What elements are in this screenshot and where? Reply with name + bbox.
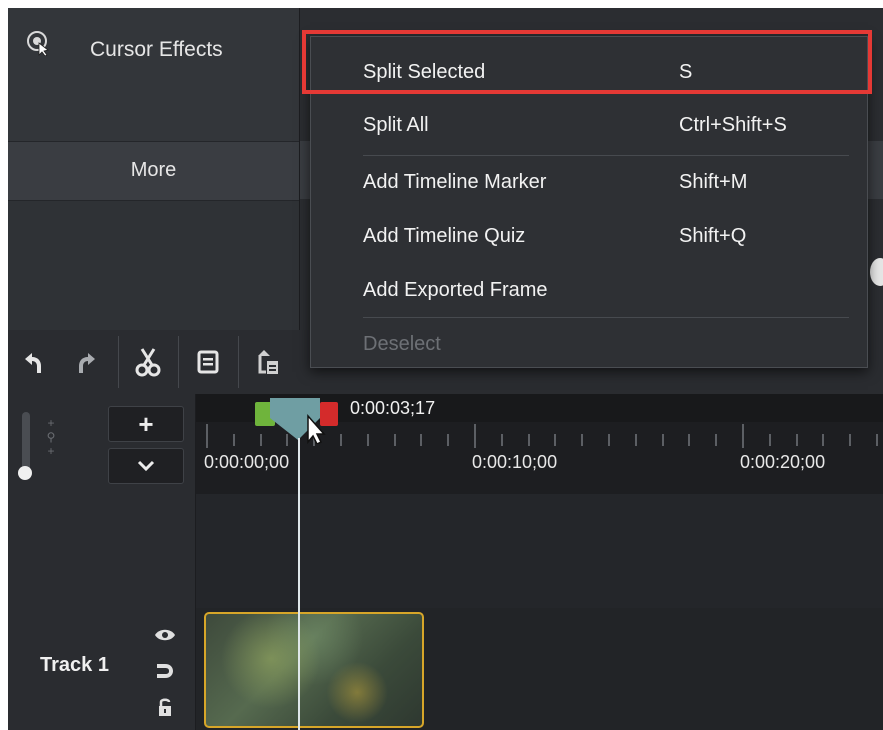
menu-divider (363, 317, 849, 318)
menu-item-shortcut: Shift+M (679, 171, 748, 193)
cut-icon (135, 348, 161, 377)
ruler-tick (232, 434, 235, 446)
lock-button[interactable] (154, 696, 176, 718)
ruler-tick (340, 434, 342, 446)
magnet-icon (157, 664, 173, 678)
paste-button[interactable] (244, 340, 292, 384)
copy-icon (197, 350, 219, 374)
ruler-tick (581, 434, 584, 446)
ruler-tick (393, 434, 396, 446)
scrub-knob[interactable] (870, 258, 883, 286)
toolbar-separator (178, 336, 179, 388)
ruler-tick (366, 434, 369, 446)
ruler-tick (259, 434, 262, 446)
lock-icon (159, 698, 171, 716)
cursor-effects-label: Cursor Effects (90, 38, 223, 61)
media-clip[interactable] (204, 612, 424, 728)
ruler-tick (661, 434, 664, 446)
menu-item-add-timeline-marker[interactable]: Add Timeline Marker Shift+M (311, 157, 867, 209)
playhead-time: 0:00:03;17 (350, 398, 436, 418)
ruler-tick (554, 434, 557, 446)
menu-item-add-exported-frame[interactable]: Add Exported Frame (311, 265, 867, 317)
ruler-tick (474, 424, 476, 448)
ruler-tick (822, 434, 825, 446)
menu-item-label: Add Timeline Marker (363, 171, 547, 193)
menu-item-shortcut: Ctrl+Shift+S (679, 114, 787, 136)
ruler-label-0: 0:00:00;00 (204, 452, 290, 472)
more-button[interactable]: More (8, 141, 299, 201)
ruler-tick (768, 434, 771, 446)
ruler-tick (206, 424, 208, 448)
menu-item-label: Add Timeline Quiz (363, 225, 526, 247)
highlight-annotation (302, 30, 872, 94)
track-header: Track 1 (8, 608, 196, 730)
cut-button[interactable] (124, 340, 172, 384)
zoom-slider-handle[interactable] (18, 466, 32, 480)
ruler-tick (715, 434, 718, 446)
menu-item-split-all[interactable]: Split All Ctrl+Shift+S (311, 100, 867, 152)
menu-item-deselect: Deselect (311, 319, 867, 371)
zoom-icon: + ⚲ + (46, 416, 56, 458)
menu-item-label: Split All (363, 114, 429, 136)
menu-item-shortcut: Shift+Q (679, 225, 747, 247)
eye-icon (155, 629, 175, 641)
menu-divider (363, 155, 849, 156)
cursor-effects-icon (27, 31, 49, 56)
ruler-tick (742, 424, 744, 448)
undo-icon (25, 353, 41, 373)
visibility-button[interactable] (154, 624, 176, 646)
redo-button[interactable] (64, 340, 112, 384)
ruler-tick (688, 434, 691, 446)
magnet-button[interactable] (154, 660, 176, 682)
timeline-zoom-panel: + ⚲ + + (8, 394, 196, 494)
ruler-tick (608, 434, 610, 446)
menu-item-label: Deselect (363, 333, 441, 355)
toolbar-separator (238, 336, 239, 388)
playhead-line (298, 438, 300, 730)
cursor-effects-tab[interactable]: Cursor Effects (8, 8, 299, 141)
ruler-label-20: 0:00:20;00 (740, 452, 826, 472)
ruler-tick (500, 434, 503, 446)
copy-button[interactable] (184, 340, 232, 384)
ruler-tick (795, 434, 798, 446)
menu-item-label: Add Exported Frame (363, 279, 548, 301)
chevron-down-icon (137, 460, 155, 472)
paste-icon (258, 350, 278, 374)
more-label: More (130, 159, 177, 181)
ruler-label-10: 0:00:10;00 (472, 452, 558, 472)
redo-icon (79, 353, 95, 373)
ruler-tick (634, 434, 637, 446)
collapse-button[interactable] (108, 448, 184, 484)
undo-button[interactable] (8, 340, 56, 384)
ruler-tick (527, 434, 530, 446)
toolbar-separator (118, 336, 119, 388)
track-label[interactable]: Track 1 (40, 654, 109, 677)
ruler-tick (420, 434, 423, 446)
ruler-tick (447, 434, 450, 446)
menu-item-add-timeline-quiz[interactable]: Add Timeline Quiz Shift+Q (311, 211, 867, 263)
tools-panel: Cursor Effects More (8, 8, 300, 330)
zoom-in-button[interactable]: + (108, 406, 184, 442)
empty-track-header (8, 494, 196, 609)
ruler-tick (876, 434, 878, 446)
ruler-tick (849, 434, 852, 446)
